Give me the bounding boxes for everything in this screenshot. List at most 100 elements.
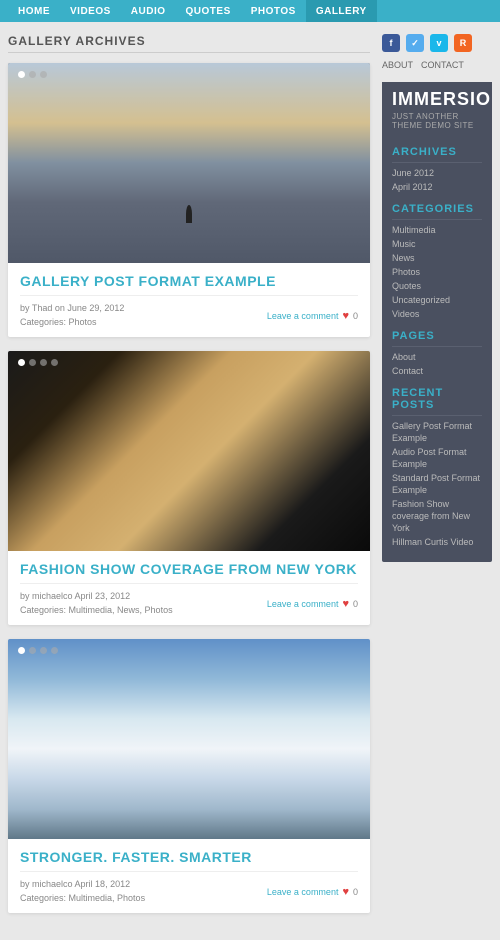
archive-june-link[interactable]: June 2012 (392, 168, 434, 178)
about-link[interactable]: ABOUT (382, 60, 413, 70)
dot-active-2 (18, 359, 25, 366)
nav-quotes[interactable]: QUOTES (176, 0, 241, 22)
post-image-3 (8, 639, 370, 839)
post-author-3: michaelco (32, 879, 73, 889)
cat-news[interactable]: News (392, 253, 415, 263)
list-item: Quotes (392, 280, 482, 292)
dot-inactive-2b (40, 359, 47, 366)
archive-april-link[interactable]: April 2012 (392, 182, 433, 192)
slide-dots-1 (18, 71, 47, 78)
dot-inactive (40, 71, 47, 78)
list-item: Audio Post Format Example (392, 446, 482, 470)
list-item: June 2012 (392, 167, 482, 179)
post-cats-1: Photos (69, 317, 97, 327)
post-title-3[interactable]: STRONGER. FASTER. SMARTER (20, 849, 358, 865)
cat-uncategorized[interactable]: Uncategorized (392, 295, 450, 305)
categories-title: CATEGORIES (392, 195, 482, 220)
like-count-2: 0 (353, 599, 358, 609)
recent-posts-list: Gallery Post Format Example Audio Post F… (392, 420, 482, 548)
nav-photos[interactable]: PHOTOS (241, 0, 306, 22)
recent-post-4[interactable]: Fashion Show coverage from New York (392, 499, 470, 533)
post-cat-prefix: Categories: (20, 317, 69, 327)
post-by-3: by (20, 879, 32, 889)
list-item: About (392, 351, 482, 363)
list-item: Gallery Post Format Example (392, 420, 482, 444)
post-title-2[interactable]: FASHION SHOW COVERAGE FROM NEW YORK (20, 561, 358, 577)
post-meta-right-2: Leave a comment ♥ 0 (267, 598, 358, 610)
post-meta-right-1: Leave a comment ♥ 0 (267, 310, 358, 322)
like-count-1: 0 (353, 311, 358, 321)
list-item: Hillman Curtis Video (392, 536, 482, 548)
comment-link-3[interactable]: Leave a comment (267, 887, 339, 897)
post-card: GALLERY POST FORMAT EXAMPLE by Thad on J… (8, 63, 370, 337)
page-title: GALLERY ARCHIVES (8, 34, 370, 53)
heart-icon-2: ♥ (342, 598, 349, 610)
dot-inactive-2c (51, 359, 58, 366)
post-content-1: GALLERY POST FORMAT EXAMPLE by Thad on J… (8, 263, 370, 337)
heart-icon-3: ♥ (342, 886, 349, 898)
nav-home[interactable]: HOME (8, 0, 60, 22)
list-item: Contact (392, 365, 482, 377)
post-author-2: michaelco (32, 591, 73, 601)
dot-inactive-3c (51, 647, 58, 654)
archives-title: ARCHIVES (392, 138, 482, 163)
cat-quotes[interactable]: Quotes (392, 281, 421, 291)
post-cat-prefix-2: Categories: (20, 605, 69, 615)
categories-list: Multimedia Music News Photos Quotes Unca… (392, 224, 482, 320)
archives-section: ARCHIVES June 2012 April 2012 CATEGORIES… (382, 138, 492, 560)
archives-list: June 2012 April 2012 (392, 167, 482, 193)
recent-post-3[interactable]: Standard Post Format Example (392, 473, 480, 495)
post-by-2: by (20, 591, 32, 601)
sidebar: f ✓ v R ABOUT CONTACT IMMERSION JUST ANO… (382, 34, 492, 927)
post-meta-1: by Thad on June 29, 2012 Categories: Pho… (20, 295, 358, 329)
cat-photos[interactable]: Photos (392, 267, 420, 277)
cat-videos[interactable]: Videos (392, 309, 419, 319)
brand-subtitle: JUST ANOTHER THEME DEMO SITE (392, 112, 482, 130)
list-item: Fashion Show coverage from New York (392, 498, 482, 534)
list-item: News (392, 252, 482, 264)
like-count-3: 0 (353, 887, 358, 897)
post-image-1 (8, 63, 370, 263)
woman-image (8, 351, 370, 551)
vimeo-icon[interactable]: v (430, 34, 448, 52)
facebook-icon[interactable]: f (382, 34, 400, 52)
recent-post-1[interactable]: Gallery Post Format Example (392, 421, 472, 443)
post-image-2 (8, 351, 370, 551)
post-title-1[interactable]: GALLERY POST FORMAT EXAMPLE (20, 273, 358, 289)
post-author-prefix: by (20, 303, 32, 313)
sidebar-panel: IMMERSION JUST ANOTHER THEME DEMO SITE A… (382, 82, 492, 562)
cat-music[interactable]: Music (392, 239, 416, 249)
recent-post-5[interactable]: Hillman Curtis Video (392, 537, 473, 547)
cat-multimedia[interactable]: Multimedia (392, 225, 436, 235)
nav-gallery[interactable]: GALLERY (306, 0, 377, 22)
post-meta-left-1: by Thad on June 29, 2012 Categories: Pho… (20, 302, 124, 329)
list-item: Multimedia (392, 224, 482, 236)
nav-videos[interactable]: VIDEOS (60, 0, 121, 22)
pages-title: PAGES (392, 322, 482, 347)
comment-link-1[interactable]: Leave a comment (267, 311, 339, 321)
recent-posts-title: RECENT POSTS (392, 379, 482, 416)
contact-link[interactable]: CONTACT (421, 60, 464, 70)
social-icons: f ✓ v R (382, 34, 492, 52)
page-about[interactable]: About (392, 352, 416, 362)
recent-post-2[interactable]: Audio Post Format Example (392, 447, 467, 469)
twitter-icon[interactable]: ✓ (406, 34, 424, 52)
post-card-3: STRONGER. FASTER. SMARTER by michaelco A… (8, 639, 370, 913)
list-item: Music (392, 238, 482, 250)
post-meta-right-3: Leave a comment ♥ 0 (267, 886, 358, 898)
post-meta-3: by michaelco April 18, 2012 Categories: … (20, 871, 358, 905)
list-item: Standard Post Format Example (392, 472, 482, 496)
heart-icon-1: ♥ (342, 310, 349, 322)
post-meta-2: by michaelco April 23, 2012 Categories: … (20, 583, 358, 617)
dot-inactive-3b (40, 647, 47, 654)
page-contact[interactable]: Contact (392, 366, 423, 376)
main-nav: HOME VIDEOS AUDIO QUOTES PHOTOS GALLERY (0, 0, 500, 22)
slide-dots-2 (18, 359, 58, 366)
dot-inactive-2a (29, 359, 36, 366)
list-item: Uncategorized (392, 294, 482, 306)
comment-link-2[interactable]: Leave a comment (267, 599, 339, 609)
dot-inactive (29, 71, 36, 78)
rss-icon[interactable]: R (454, 34, 472, 52)
nav-audio[interactable]: AUDIO (121, 0, 176, 22)
post-cats-3: Multimedia, Photos (69, 893, 146, 903)
